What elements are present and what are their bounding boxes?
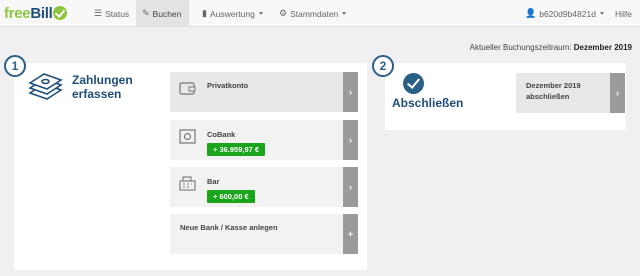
balance-badge: + 36.959,97 €: [207, 143, 266, 156]
payments-title-line2: erfassen: [72, 87, 122, 101]
payments-title: Zahlungen erfassen: [72, 73, 152, 101]
nav-hilfe[interactable]: Hilfe: [609, 0, 638, 27]
booking-period: Aktueller Buchungszeitraum: Dezember 201…: [470, 43, 632, 52]
money-stack-icon: [27, 73, 63, 101]
chevron-down-icon: [599, 12, 604, 15]
chevron-right-icon: ›: [349, 135, 352, 145]
safe-icon: [179, 129, 196, 144]
plus-icon: +: [347, 229, 354, 239]
close-period-line2: abschließen: [526, 92, 570, 101]
freebill-logo[interactable]: free Bill: [4, 3, 68, 23]
cash-register-icon: [179, 176, 196, 191]
balance-badge: + 600,00 €: [207, 190, 255, 203]
logo-check-icon: [53, 6, 68, 20]
nav-stammdaten[interactable]: ⚙ Stammdaten: [273, 0, 352, 27]
account-label: Privatkonto: [207, 81, 249, 90]
nav-auswertung[interactable]: ▮ Auswertung: [196, 0, 269, 27]
nav-buchen[interactable]: ✎ Buchen: [136, 0, 189, 27]
logo-text-bill: Bill: [30, 4, 53, 22]
chevron-right-icon: ›: [349, 182, 352, 192]
chevron-right-icon: ›: [616, 88, 619, 98]
new-account-body[interactable]: Neue Bank / Kasse anlegen: [170, 214, 343, 254]
account-card-body[interactable]: CoBank + 36.959,97 €: [170, 120, 343, 160]
step-2-badge: 2: [372, 55, 394, 77]
nav-stammdaten-label: Stammdaten: [290, 8, 339, 19]
account-label: CoBank: [207, 130, 236, 139]
chevron-down-icon: [258, 12, 263, 15]
close-period-line1: Dezember 2019: [526, 81, 581, 90]
chevron-down-icon: [342, 12, 347, 15]
chevron-right-icon: ›: [349, 87, 352, 97]
nav-status-label: Status: [105, 8, 130, 19]
nav-status[interactable]: ☰ Status: [88, 0, 135, 27]
edit-icon: ✎: [142, 8, 150, 18]
account-card-body[interactable]: Bar + 600,00 €: [170, 167, 343, 207]
user-icon: 👤: [525, 8, 537, 18]
account-card-privatkonto[interactable]: Privatkonto ›: [170, 72, 358, 112]
bar-chart-icon: ▮: [202, 8, 207, 18]
booking-period-value: Dezember 2019: [573, 43, 632, 52]
account-card-bar[interactable]: Bar + 600,00 € ›: [170, 167, 358, 207]
close-period-label: Dezember 2019 abschließen: [526, 80, 606, 102]
open-account-button[interactable]: ›: [343, 167, 358, 207]
account-card-body[interactable]: Privatkonto: [170, 72, 343, 112]
payments-title-line1: Zahlungen: [72, 73, 133, 87]
wallet-icon: [179, 81, 196, 96]
top-navbar: free Bill ☰ Status ✎ Buchen ▮ Auswertung …: [0, 0, 640, 27]
nav-auswertung-label: Auswertung: [209, 8, 255, 19]
open-account-button[interactable]: ›: [343, 72, 358, 112]
account-card-cobank[interactable]: CoBank + 36.959,97 € ›: [170, 120, 358, 160]
gear-icon: ⚙: [279, 8, 288, 18]
open-account-button[interactable]: ›: [343, 120, 358, 160]
list-icon: ☰: [94, 8, 103, 18]
nav-hilfe-label: Hilfe: [615, 8, 633, 19]
new-account-card[interactable]: Neue Bank / Kasse anlegen +: [170, 214, 358, 254]
add-account-button[interactable]: +: [343, 214, 358, 254]
close-period-button[interactable]: ›: [610, 73, 625, 113]
nav-user-menu[interactable]: 👤 b620d9b4821d: [519, 0, 610, 27]
nav-buchen-label: Buchen: [152, 8, 182, 19]
closing-title: Abschließen: [392, 96, 464, 110]
logo-text-free: free: [4, 4, 31, 22]
nav-user-label: b620d9b4821d: [539, 8, 596, 19]
new-account-label: Neue Bank / Kasse anlegen: [180, 223, 278, 232]
close-period-card[interactable]: Dezember 2019 abschließen ›: [516, 73, 625, 113]
check-circle-icon: [403, 73, 424, 94]
account-label: Bar: [207, 177, 220, 186]
booking-period-label: Aktueller Buchungszeitraum:: [469, 43, 572, 52]
step-1-badge: 1: [4, 55, 26, 77]
